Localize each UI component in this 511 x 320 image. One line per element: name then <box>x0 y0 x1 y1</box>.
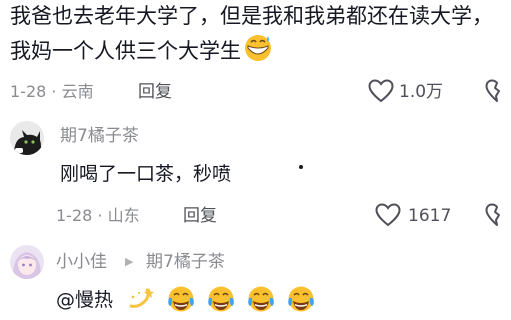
crying-laughing-emoji-icon <box>208 286 234 312</box>
dizzy-emoji-icon <box>129 288 154 308</box>
comment-text: 刚喝了一口茶，秒喷 <box>60 163 232 185</box>
crying-laughing-emoji-icon <box>248 286 275 312</box>
mention-text[interactable]: @慢热 <box>56 289 113 311</box>
broken-heart-icon[interactable] <box>485 203 511 227</box>
heart-icon[interactable] <box>375 203 401 227</box>
like-count: 1617 <box>408 206 452 226</box>
comment-text: 我爸也去老年大学了，但是我和我弟都还在读大学，我妈一个人供三个大学生 <box>10 0 505 68</box>
reply-button[interactable]: 回复 <box>138 82 172 102</box>
broken-heart-icon[interactable] <box>485 79 511 103</box>
like-count: 1.0万 <box>399 82 444 102</box>
comment-text: @慢热 <box>56 287 113 313</box>
reply-to-username[interactable]: 期7橘子茶 <box>146 251 225 273</box>
username[interactable]: 小小佳 <box>56 251 107 273</box>
username[interactable]: 期7橘子茶 <box>60 125 139 147</box>
comment-meta: 1-28 · 山东 <box>56 206 140 225</box>
crying-laughing-emoji-icon <box>288 286 315 312</box>
reply-button[interactable]: 回复 <box>183 206 217 226</box>
stray-dot <box>299 165 303 169</box>
heart-icon[interactable] <box>368 79 394 103</box>
avatar[interactable] <box>10 121 44 155</box>
grinning-sweat-emoji-icon <box>245 35 271 61</box>
comment-meta: 1-28 · 云南 <box>10 82 94 101</box>
crying-laughing-emoji-icon <box>168 286 194 312</box>
reply-arrow-icon: ▶ <box>125 255 134 268</box>
emoji-row <box>126 284 321 314</box>
avatar[interactable] <box>10 245 44 279</box>
